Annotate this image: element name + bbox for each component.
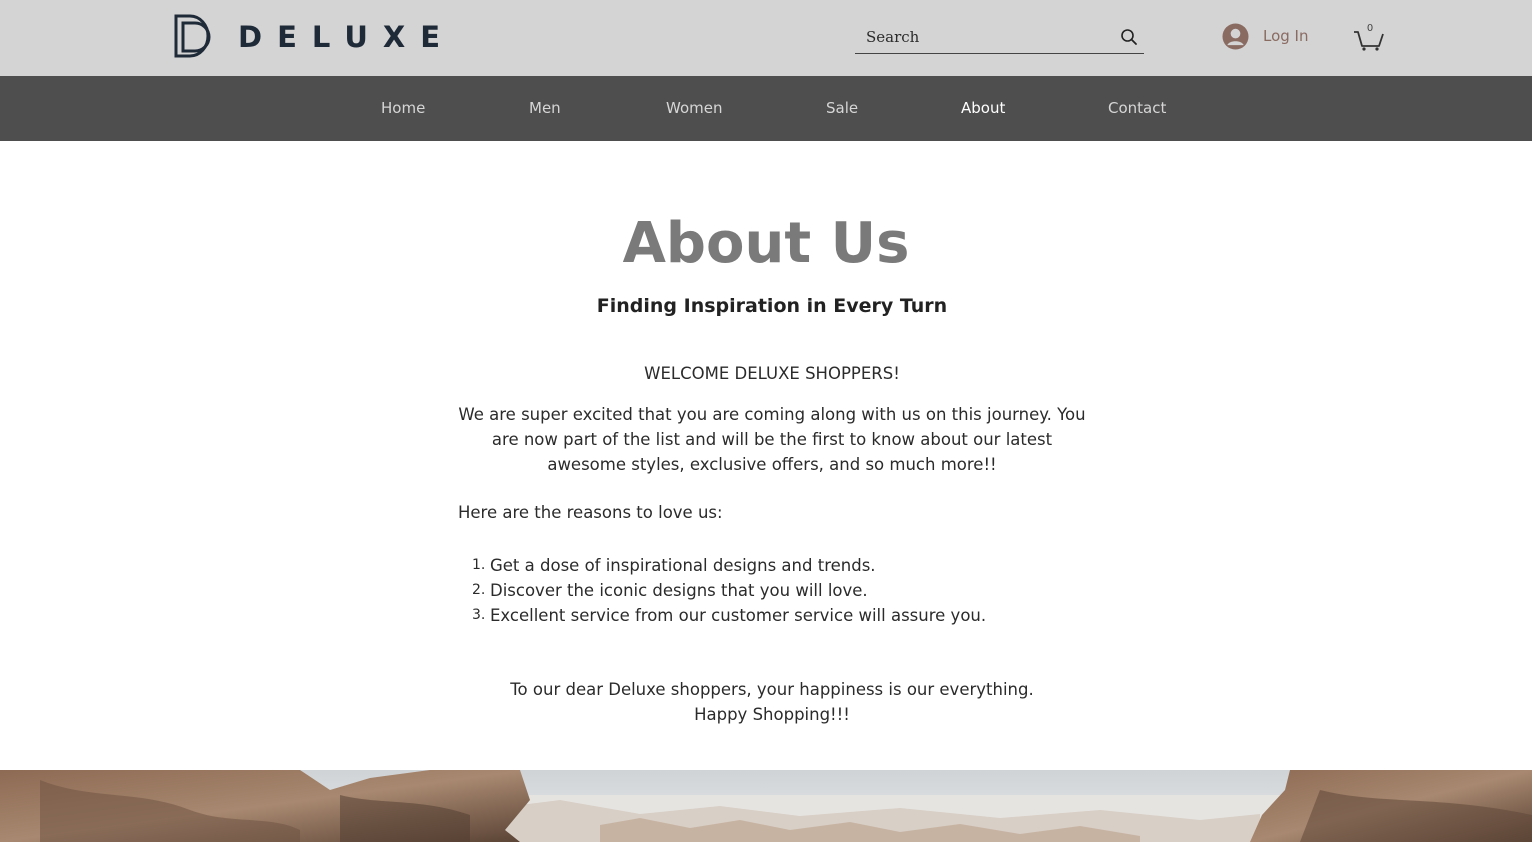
nav-item-home[interactable]: Home [381,76,425,141]
closing-signoff: Happy Shopping!!! [694,705,850,724]
reasons-list: 1. Get a dose of inspirational designs an… [472,553,986,628]
cart-count-badge: 0 [1366,23,1374,34]
page-subtitle: Finding Inspiration in Every Turn [596,295,948,317]
main-navigation: Home Men Women Sale About Contact [0,76,1532,141]
nav-item-men[interactable]: Men [529,76,561,141]
search-placeholder: Search [866,27,920,46]
intro-paragraph: We are super excited that you are coming… [458,405,1086,474]
login-label: Log In [1263,27,1309,45]
cart-button[interactable]: 0 [1352,22,1386,52]
logo[interactable]: DELUXE [172,14,455,60]
search-input[interactable]: Search [855,20,1144,54]
logo-wordmark: DELUXE [238,20,456,54]
list-item: 1. Get a dose of inspirational designs an… [472,556,876,575]
closing-line: To our dear Deluxe shoppers, your happin… [510,680,1034,699]
rocks-landscape-illustration [0,770,1532,842]
nav-item-sale[interactable]: Sale [826,76,858,141]
list-item: 2. Discover the iconic designs that you w… [472,581,868,600]
nav-item-about[interactable]: About [961,76,1005,141]
user-avatar-icon [1222,22,1249,50]
nav-item-contact[interactable]: Contact [1108,76,1166,141]
landscape-banner-image [0,770,1532,842]
page-title: About Us [622,211,910,276]
search-icon[interactable] [1120,28,1138,46]
deluxe-logo-icon [174,14,211,58]
reasons-heading: Here are the reasons to love us: [458,503,723,522]
login-button[interactable]: Log In [1222,21,1309,51]
welcome-heading: WELCOME DELUXE SHOPPERS! [644,364,900,383]
nav-item-women[interactable]: Women [666,76,722,141]
site-header: DELUXE Search Log In 0 [0,0,1532,76]
list-item: 3. Excellent service from our customer se… [472,606,987,625]
